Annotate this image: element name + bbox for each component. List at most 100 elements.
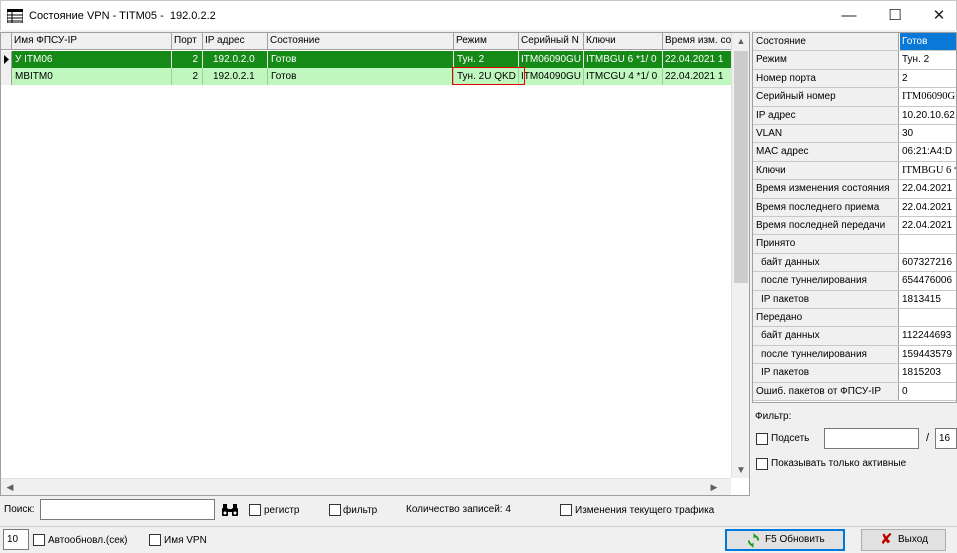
prop-name: Время изменения состояния	[753, 180, 899, 198]
prop-row-received-bytes[interactable]: байт данных 607327216	[753, 253, 956, 273]
prop-name: VLAN	[753, 125, 899, 143]
prop-group-sent[interactable]: Передано	[753, 309, 956, 328]
subnet-input[interactable]	[824, 428, 919, 449]
prop-row-last-send-time[interactable]: Время последней передачи 22.04.2021	[753, 217, 956, 236]
prop-row-state[interactable]: Состояние Готов	[753, 33, 956, 52]
search-input[interactable]	[40, 499, 215, 520]
prop-name: IP пакетов	[753, 290, 899, 308]
cell-mode: Тун. 2	[454, 51, 519, 68]
mask-separator: /	[926, 432, 930, 444]
cell-ip: 192.0.2.0	[203, 51, 268, 68]
prop-row-received-after-tunnel[interactable]: после туннелирования 654476006	[753, 272, 956, 291]
table-horizontal-scrollbar[interactable]: ◀ ▶	[1, 478, 731, 495]
refresh-button[interactable]: F5 Обновить	[725, 529, 845, 551]
prop-name: Серийный номер	[753, 88, 899, 106]
prop-value: 2	[902, 72, 908, 84]
bottom-bar: 10 Автообновл.(сек) Имя VPN F5 Обновить …	[0, 526, 957, 552]
minimize-button[interactable]: —	[826, 1, 872, 31]
table-header: Имя ФПСУ-IP Порт IP адрес Состояние Режи…	[1, 33, 731, 50]
prop-row-mac[interactable]: MAC адрес 06:21:A4:D	[753, 143, 956, 162]
prop-value: 30	[902, 128, 914, 139]
traffic-changes-label: Изменения текущего трафика	[575, 505, 715, 516]
properties-panel[interactable]: Состояние Готов Режим Тун. 2 Номер порта 2 …	[752, 32, 957, 403]
prop-value: 654476006	[902, 275, 953, 287]
filter-checkbox[interactable]	[329, 504, 341, 516]
autorefresh-checkbox[interactable]	[33, 534, 45, 546]
prop-name: после туннелирования	[753, 272, 899, 290]
prop-row-sent-bytes[interactable]: байт данных 112244693	[753, 327, 956, 346]
prop-name: Ключи	[753, 161, 899, 180]
prop-name: Время последнего приема	[753, 198, 899, 216]
scroll-left-icon[interactable]: ◀	[1, 479, 19, 495]
row-indicator	[1, 68, 12, 85]
subnet-label: Подсеть	[771, 433, 810, 444]
prop-row-serial[interactable]: Серийный номер ITM06090GU	[753, 88, 956, 107]
exit-button-label: Выход	[898, 534, 928, 545]
column-serial[interactable]: Серийный N	[519, 33, 584, 50]
register-checkbox[interactable]	[249, 504, 261, 516]
search-label: Поиск:	[4, 504, 35, 515]
prop-row-last-receive-time[interactable]: Время последнего приема 22.04.2021	[753, 198, 956, 217]
prop-row-keys[interactable]: Ключи ITMBGU 6 *	[753, 161, 957, 181]
mode-highlight-box	[452, 67, 525, 85]
refresh-icon	[747, 533, 760, 548]
prop-value: 0	[902, 385, 908, 397]
cell-state: Готов	[268, 68, 454, 85]
prop-name: Состояние	[753, 33, 899, 51]
column-name[interactable]: Имя ФПСУ-IP	[12, 33, 172, 50]
prop-row-sent-ip-packets[interactable]: IP пакетов 1815203	[753, 364, 956, 383]
cell-serial: ITM06090GU	[519, 51, 584, 68]
scroll-thumb[interactable]	[734, 51, 748, 283]
header-indicator	[1, 33, 12, 50]
column-keys[interactable]: Ключи	[584, 33, 663, 50]
scroll-up-icon[interactable]: ▲	[732, 33, 749, 50]
exit-button[interactable]: ✘ Выход	[861, 529, 946, 551]
prop-value: 1815203	[902, 367, 941, 379]
column-port[interactable]: Порт	[172, 33, 203, 50]
prop-value: ITMBGU 6 *	[902, 164, 957, 176]
prop-group-received[interactable]: Принято	[753, 235, 956, 254]
maximize-button[interactable]: ☐	[872, 1, 918, 31]
vpn-name-label: Имя VPN	[164, 535, 207, 546]
prop-value: Тун. 2	[902, 54, 930, 66]
prop-row-mode[interactable]: Режим Тун. 2	[753, 51, 956, 70]
prop-row-sent-after-tunnel[interactable]: после туннелирования 159443579	[753, 345, 956, 365]
scroll-right-icon[interactable]: ▶	[705, 479, 723, 495]
refresh-button-label: F5 Обновить	[765, 534, 825, 545]
prop-value: 159443579	[902, 348, 953, 360]
prop-value: 112244693	[902, 330, 952, 342]
prop-value: 10.20.10.62	[902, 109, 955, 121]
prop-row-port[interactable]: Номер порта 2	[753, 69, 956, 89]
binoculars-icon[interactable]	[222, 504, 238, 516]
column-ip[interactable]: IP адрес	[203, 33, 268, 50]
subnet-checkbox[interactable]	[756, 433, 768, 445]
cell-ip: 192.0.2.1	[203, 68, 268, 85]
mask-input[interactable]: 16	[935, 428, 957, 449]
records-count: Количество записей: 4	[406, 504, 511, 515]
close-button[interactable]: ✕	[916, 1, 957, 31]
table-row[interactable]: У ITM06 2 192.0.2.0 Готов Тун. 2 ITM0609…	[1, 51, 731, 68]
vpn-name-checkbox[interactable]	[149, 534, 161, 546]
only-active-checkbox[interactable]	[756, 458, 768, 470]
scroll-down-icon[interactable]: ▼	[733, 465, 749, 481]
prop-row-packet-errors[interactable]: Ошиб. пакетов от ФПСУ-IP 0	[753, 382, 956, 401]
prop-row-vlan[interactable]: VLAN 30	[753, 125, 956, 144]
table-row[interactable]: MBITM0 2 192.0.2.1 Готов Тун. 2U QKD ITM…	[1, 68, 731, 85]
prop-value: Готов	[900, 33, 956, 51]
title-bar: Состояние VPN - TITM05 - 192.0.2.2 — ☐ ✕	[0, 0, 957, 30]
traffic-changes-checkbox[interactable]	[560, 504, 572, 516]
prop-row-received-ip-packets[interactable]: IP пакетов 1813415	[753, 290, 956, 309]
filter-checkbox-label: фильтр	[343, 505, 378, 516]
prop-row-state-change-time[interactable]: Время изменения состояния 22.04.2021	[753, 180, 956, 199]
column-mode[interactable]: Режим	[454, 33, 519, 50]
prop-name: байт данных	[753, 327, 899, 345]
column-state[interactable]: Состояние	[268, 33, 454, 50]
table-vertical-scrollbar[interactable]: ▲	[731, 33, 749, 478]
prop-row-ip[interactable]: IP адрес 10.20.10.62	[753, 106, 956, 125]
column-time[interactable]: Время изм. со	[663, 33, 731, 50]
prop-name: Принято	[753, 235, 899, 253]
cell-time: 22.04.2021 1	[665, 54, 724, 65]
app-grid-icon	[7, 9, 23, 23]
vpn-table[interactable]: Имя ФПСУ-IP Порт IP адрес Состояние Режи…	[0, 32, 750, 496]
refresh-interval-input[interactable]: 10	[3, 529, 29, 550]
